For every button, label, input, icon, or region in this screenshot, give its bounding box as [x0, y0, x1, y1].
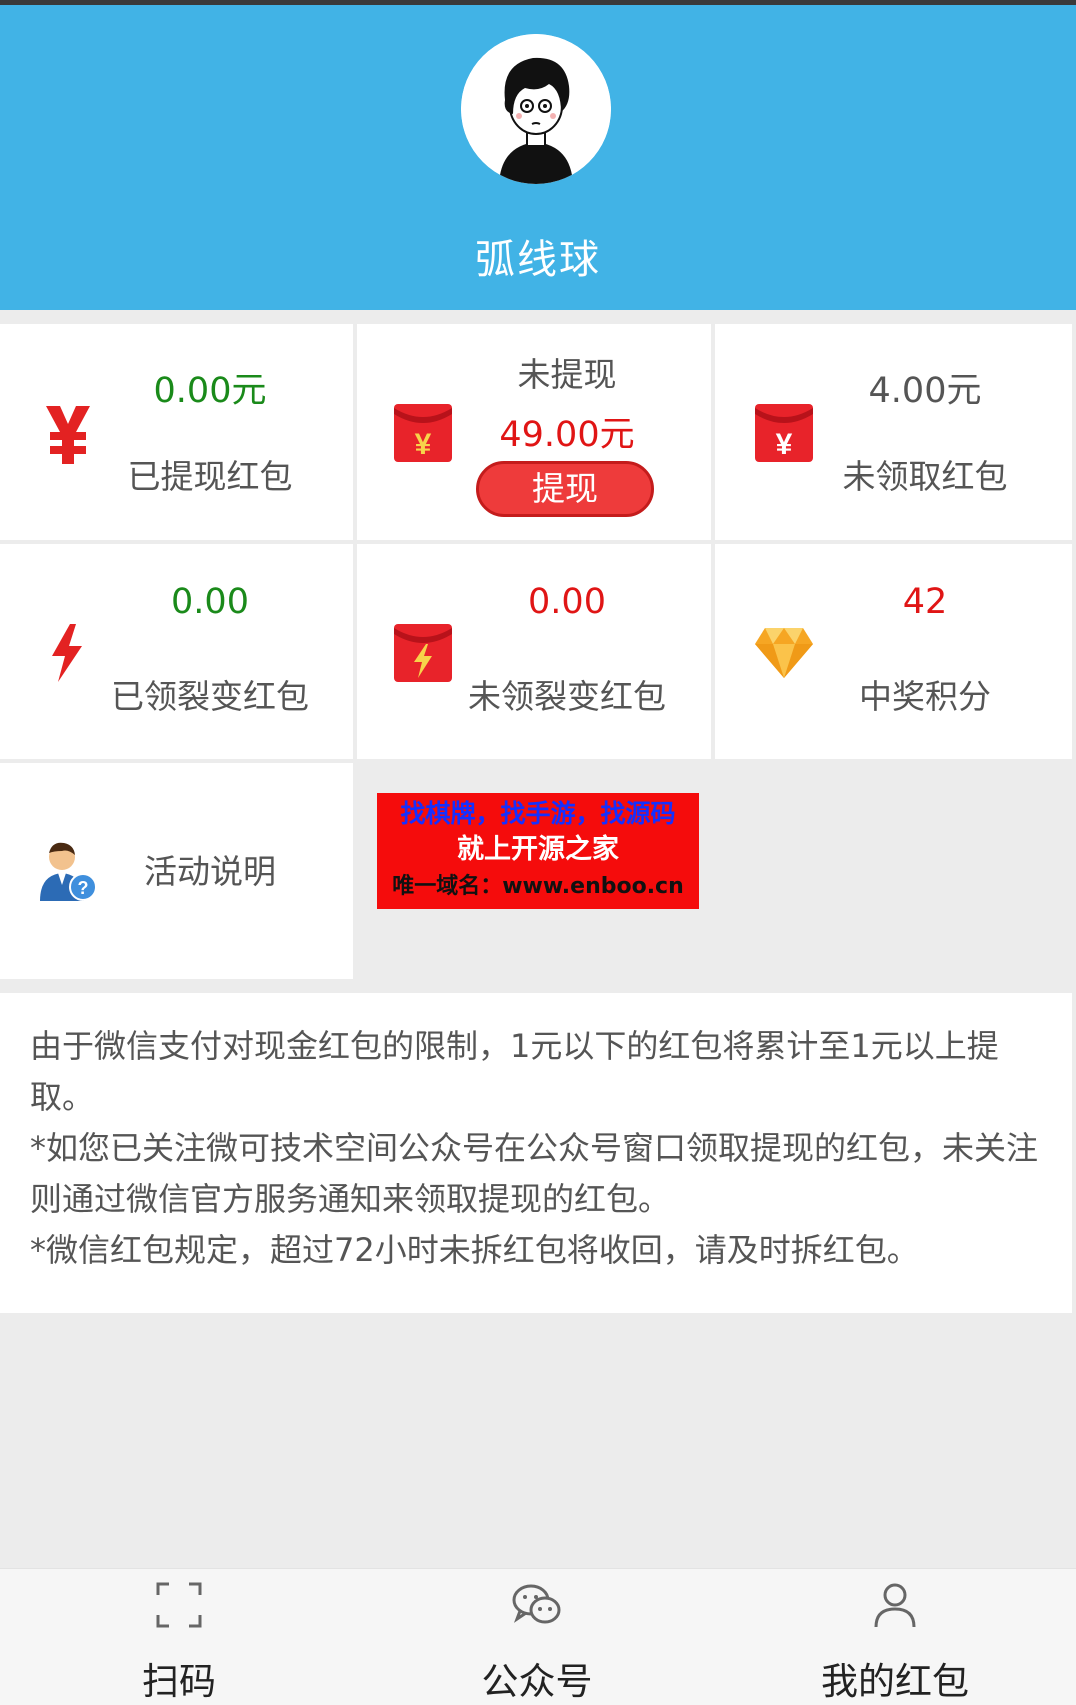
unclaimed-value: 4.00元 [868, 371, 982, 411]
username: 弧线球 [475, 237, 601, 283]
user-icon [874, 1583, 916, 1628]
unclaimed-label: 未领取红包 [842, 457, 1008, 496]
points-value: 42 [902, 582, 948, 622]
profile-header: 弧线球 [0, 5, 1076, 310]
fission-unclaimed-label: 未领裂变红包 [468, 677, 666, 716]
ad-line-1: 找棋牌，找手游，找源码 [400, 799, 676, 828]
svg-text:¥: ¥ [776, 428, 793, 461]
withdrawn-value: 0.00元 [153, 371, 267, 411]
svg-text:¥: ¥ [415, 428, 432, 461]
points-cell[interactable]: 42 中奖积分 [715, 544, 1072, 759]
activity-description-cell[interactable]: ? 活动说明 [0, 763, 353, 979]
diamond-icon [755, 628, 813, 678]
fission-claimed-label: 已领裂变红包 [111, 677, 309, 716]
fission-claimed-value: 0.00 [171, 582, 249, 622]
lightning-icon [52, 624, 82, 682]
points-label: 中奖积分 [859, 677, 991, 716]
wechat-icon [512, 1584, 561, 1624]
svg-text:?: ? [78, 878, 89, 898]
avatar-illustration [461, 34, 611, 184]
fission-claimed-cell[interactable]: 0.00 已领裂变红包 [0, 544, 353, 759]
red-envelope-yuan-icon: ¥ [394, 404, 452, 462]
withdrawn-label: 已提现红包 [127, 457, 293, 496]
ad-line-2: 就上开源之家 [457, 834, 619, 865]
tab-scan[interactable]: 扫码 [0, 1569, 358, 1705]
tab-scan-label: 扫码 [142, 1660, 216, 1703]
user-help-icon: ? [40, 842, 97, 901]
tab-my-red-envelopes-label: 我的红包 [821, 1660, 969, 1703]
withdraw-button[interactable]: 提现 [476, 461, 654, 517]
withdrawn-cell[interactable]: 0.00元 已提现红包 [0, 324, 353, 540]
tab-my-red-envelopes[interactable]: 我的红包 [716, 1569, 1074, 1705]
ad-banner[interactable]: 找棋牌，找手游，找源码 就上开源之家 唯一域名：www.enboo.cn [377, 793, 699, 909]
tab-official-account[interactable]: 公众号 [358, 1569, 716, 1705]
avatar [461, 34, 611, 184]
notice-paragraph: *如您已关注微可技术空间公众号在公众号窗口领取提现的红包，未关注则通过微信官方服… [30, 1129, 1039, 1218]
ad-line-3: 唯一域名：www.enboo.cn [392, 874, 684, 899]
notice-panel: 由于微信支付对现金红包的限制，1元以下的红包将累计至1元以上提取。 *如您已关注… [0, 993, 1072, 1313]
pending-value: 49.00元 [499, 415, 635, 455]
pending-title: 未提现 [517, 355, 617, 394]
bottom-tab-bar: 扫码 公众号 我的红包 [0, 1568, 1076, 1705]
activity-description-label: 活动说明 [144, 852, 276, 891]
notice-paragraph: 由于微信支付对现金红包的限制，1元以下的红包将累计至1元以上提取。 [30, 1027, 999, 1116]
unclaimed-cell[interactable]: ¥ 4.00元 未领取红包 [715, 324, 1072, 540]
red-envelope-yuan-icon: ¥ [755, 404, 813, 462]
tab-official-account-label: 公众号 [481, 1660, 593, 1703]
red-envelope-lightning-icon [394, 624, 452, 682]
notice-paragraph: *微信红包规定，超过72小时未拆红包将收回，请及时拆红包。 [30, 1231, 919, 1269]
fission-unclaimed-cell[interactable]: 0.00 未领裂变红包 [357, 544, 711, 759]
yuan-icon [46, 406, 90, 464]
fission-unclaimed-value: 0.00 [528, 582, 606, 622]
scan-icon [156, 1582, 202, 1628]
